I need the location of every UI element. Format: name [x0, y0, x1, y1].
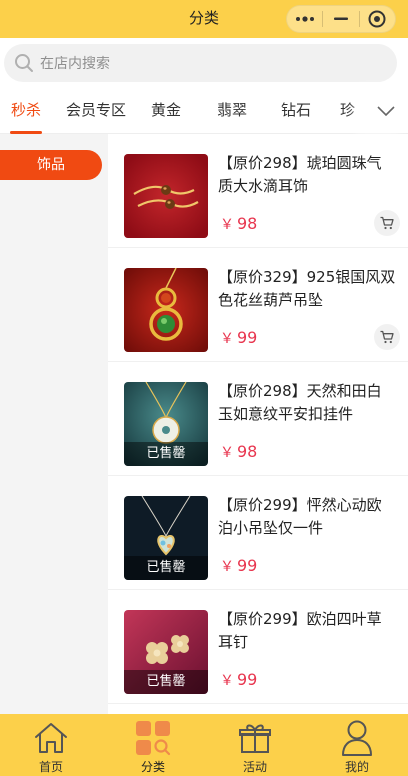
mini-program-capsule — [286, 5, 396, 33]
product-name: 【原价299】欧泊四叶草耳钉 — [218, 610, 382, 651]
product-name: 【原价298】天然和田白玉如意纹平安扣挂件 — [218, 382, 382, 423]
search-input[interactable]: 在店内搜索 — [4, 44, 397, 82]
gift-icon — [235, 718, 275, 758]
product-name: 【原价299】怦然心动欧泊小吊坠仅一件 — [218, 496, 382, 537]
price-value: 98 — [237, 442, 258, 461]
title-bar: 分类 — [0, 0, 408, 38]
product-card[interactable]: 【原价329】925银国风双色花丝葫芦吊坠 ￥ 99 — [108, 248, 408, 362]
product-image: 已售罄 — [124, 496, 208, 580]
product-image: 已售罄 — [124, 382, 208, 466]
product-price: ￥ 98 — [220, 214, 257, 234]
expand-tabs-button[interactable] — [364, 88, 408, 133]
product-image: 已售罄 — [124, 610, 208, 694]
currency-symbol: ￥ — [220, 331, 234, 347]
category-tabs: 秒杀 会员专区 黄金 翡翠 钻石 珍 — [0, 88, 408, 134]
product-card[interactable]: 【原价298】琥珀圆珠气质大水滴耳饰 ￥ 98 — [108, 134, 408, 248]
product-price: ￥ 99 — [220, 670, 257, 690]
tab-seckill[interactable]: 秒杀 — [4, 88, 48, 134]
search-placeholder: 在店内搜索 — [40, 56, 110, 72]
tab-diamond[interactable]: 钻石 — [274, 88, 318, 134]
tabbar-label: 首页 — [38, 760, 63, 774]
price-value: 99 — [237, 670, 258, 689]
sold-out-badge: 已售罄 — [124, 442, 208, 466]
currency-symbol: ￥ — [220, 559, 234, 575]
cart-icon — [380, 330, 394, 344]
currency-symbol: ￥ — [220, 673, 234, 689]
currency-symbol: ￥ — [220, 445, 234, 461]
category-icon — [133, 718, 173, 758]
minimize-button[interactable] — [323, 6, 358, 32]
tabbar-label: 分类 — [140, 760, 165, 774]
tabbar-label: 我的 — [344, 760, 369, 774]
product-list: 【原价298】琥珀圆珠气质大水滴耳饰 ￥ 98 【原价329】925银国风双色花丝… — [108, 134, 408, 714]
product-image — [124, 268, 208, 352]
home-icon — [31, 718, 71, 758]
product-price: ￥ 99 — [220, 328, 257, 348]
more-menu-button[interactable] — [287, 6, 322, 32]
product-name: 【原价298】琥珀圆珠气质大水滴耳饰 — [218, 154, 382, 195]
user-icon — [337, 718, 377, 758]
currency-symbol: ￥ — [220, 217, 234, 233]
product-card[interactable]: 已售罄 【原价299】欧泊四叶草耳钉 ￥ 99 — [108, 590, 408, 704]
product-image — [124, 154, 208, 238]
tabbar-item-category[interactable]: 分类 — [102, 714, 204, 776]
tabbar-item-home[interactable]: 首页 — [0, 714, 102, 776]
more-dots-icon — [295, 16, 314, 22]
sidebar: 饰品 — [0, 134, 108, 714]
sidebar-item-accessories[interactable]: 饰品 — [0, 150, 102, 180]
minimize-icon — [333, 17, 348, 20]
search-area: 在店内搜索 — [0, 38, 408, 88]
close-mini-program-button[interactable] — [360, 6, 395, 32]
price-value: 99 — [237, 556, 258, 575]
tabbar-item-activity[interactable]: 活动 — [204, 714, 306, 776]
product-name: 【原价329】925银国风双色花丝葫芦吊坠 — [218, 268, 396, 309]
tabbar-item-mine[interactable]: 我的 — [306, 714, 408, 776]
product-price: ￥ 99 — [220, 556, 257, 576]
chevron-down-icon — [377, 105, 395, 116]
product-card[interactable]: 已售罄 【原价298】天然和田白玉如意纹平安扣挂件 ￥ 98 — [108, 362, 408, 476]
tabbar-label: 活动 — [242, 760, 267, 774]
product-price: ￥ 98 — [220, 442, 257, 462]
tab-pearl[interactable]: 珍 — [340, 88, 364, 134]
tab-jade[interactable]: 翡翠 — [210, 88, 254, 134]
search-icon — [15, 54, 33, 72]
product-card[interactable]: 已售罄 【原价299】怦然心动欧泊小吊坠仅一件 ￥ 99 — [108, 476, 408, 590]
price-value: 99 — [237, 328, 258, 347]
add-to-cart-button[interactable] — [374, 210, 400, 236]
bottom-tab-bar: 首页 分类 活动 我的 — [0, 714, 408, 776]
sold-out-badge: 已售罄 — [124, 670, 208, 694]
sold-out-badge: 已售罄 — [124, 556, 208, 580]
add-to-cart-button[interactable] — [374, 324, 400, 350]
tab-gold[interactable]: 黄金 — [144, 88, 188, 134]
cart-icon — [380, 216, 394, 230]
target-close-icon — [368, 10, 386, 28]
tab-member-zone[interactable]: 会员专区 — [60, 88, 132, 134]
price-value: 98 — [237, 214, 258, 233]
